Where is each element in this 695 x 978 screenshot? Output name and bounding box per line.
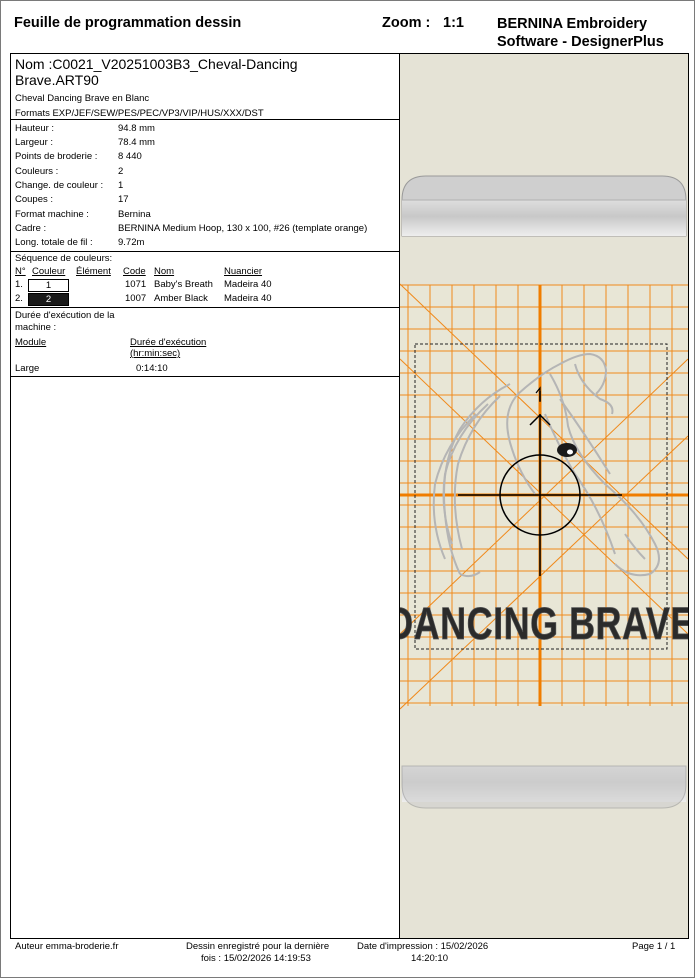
color-chart: Madeira 40 [224, 279, 272, 290]
footer-page-number: Page 1 / 1 [632, 941, 676, 952]
design-formats: Formats EXP/JEF/SEW/PES/PEC/VP3/VIP/HUS/… [15, 108, 264, 119]
color-name: Amber Black [154, 293, 208, 304]
col-header-chart: Nuancier [224, 266, 263, 277]
design-description: Cheval Dancing Brave en Blanc [15, 93, 150, 104]
col-header-duration-unit: (hr:min:sec) [130, 348, 181, 359]
col-header-color: Couleur [32, 266, 66, 277]
design-preview: DANCING BRAVE [400, 54, 688, 938]
property-value: 17 [118, 194, 129, 205]
col-header-element: Élément [76, 266, 111, 277]
runtime-duration: 0:14:10 [136, 363, 168, 374]
col-header-name: Nom [154, 266, 175, 277]
property-value: 9.72m [118, 237, 145, 248]
preview-canvas: DANCING BRAVE [400, 54, 688, 938]
property-value: 2 [118, 166, 124, 177]
software-name-line1: BERNINA Embroidery [497, 16, 648, 32]
footer-print-line2: 14:20:10 [411, 953, 448, 964]
zoom-value: 1:1 [443, 15, 464, 31]
hoop-bottom-edge [401, 765, 687, 809]
property-label: Long. totale de fil : [15, 237, 93, 248]
property-label: Points de broderie : [15, 151, 98, 162]
color-row: 1. 1 1071 Baby's Breath Madeira 40 [11, 278, 399, 292]
color-code: 1071 [125, 279, 147, 290]
color-row-index: 2. [15, 293, 23, 304]
runtime-title-line1: Durée d'exécution de la [15, 310, 115, 321]
horse-eye [557, 443, 577, 457]
col-header-number: N° [15, 266, 26, 277]
col-header-module: Module [15, 337, 47, 348]
property-label: Format machine : [15, 209, 89, 220]
runtime-section: Durée d'exécution de la machine : Module… [11, 308, 399, 377]
footer-print-line1: Date d'impression : 15/02/2026 [357, 941, 489, 952]
worksheet-content: Nom :C0021_V20251003B3_Cheval-Dancing Br… [10, 53, 689, 939]
color-swatch: 2 [28, 293, 69, 306]
property-label: Largeur : [15, 137, 54, 148]
design-name-line1: Nom :C0021_V20251003B3_Cheval-Dancing [15, 56, 298, 72]
color-sequence-section: Séquence de couleurs: N° Couleur Élément… [11, 252, 399, 308]
color-row-index: 1. [15, 279, 23, 290]
property-value: 8 440 [118, 151, 142, 162]
properties-section: Hauteur : 94.8 mm Largeur : 78.4 mm Points… [11, 120, 399, 252]
color-swatch: 1 [28, 279, 69, 292]
zoom-label: Zoom : [382, 15, 431, 31]
property-value: 78.4 mm [118, 137, 155, 148]
design-info-section: Nom :C0021_V20251003B3_Cheval-Dancing Br… [11, 54, 399, 120]
color-row: 2. 2 1007 Amber Black Madeira 40 [11, 292, 399, 306]
col-header-code: Code [123, 266, 146, 277]
color-name: Baby's Breath [154, 279, 213, 290]
design-name-line2: Brave.ART90 [15, 72, 99, 88]
hoop-top-edge [401, 175, 687, 237]
property-label: Coupes : [15, 194, 54, 205]
property-value: 1 [118, 180, 124, 191]
runtime-title-line2: machine : [15, 322, 57, 333]
info-column: Nom :C0021_V20251003B3_Cheval-Dancing Br… [11, 54, 400, 938]
color-code: 1007 [125, 293, 147, 304]
property-value: 94.8 mm [118, 123, 155, 134]
property-label: Change. de couleur : [15, 180, 104, 191]
footer-saved-line2: fois : 15/02/2026 14:19:53 [201, 953, 311, 964]
software-name-line2: Software - DesignerPlus [497, 34, 664, 50]
property-value: BERNINA Medium Hoop, 130 x 100, #26 (tem… [118, 223, 368, 234]
footer-author: Auteur emma-broderie.fr [15, 941, 119, 952]
page-title: Feuille de programmation dessin [14, 15, 242, 31]
property-label: Hauteur : [15, 123, 55, 134]
software-name: BERNINA Embroidery Software - DesignerPl… [497, 15, 687, 51]
property-label: Couleurs : [15, 166, 59, 177]
color-chart: Madeira 40 [224, 293, 272, 304]
property-label: Cadre : [15, 223, 47, 234]
col-header-duration: Durée d'exécution [130, 337, 207, 348]
property-value: Bernina [118, 209, 151, 220]
runtime-module: Large [15, 363, 40, 374]
footer-saved-line1: Dessin enregistré pour la dernière [186, 941, 330, 952]
design-text-embroidery: DANCING BRAVE [400, 598, 688, 649]
color-sequence-title: Séquence de couleurs: [15, 253, 113, 264]
